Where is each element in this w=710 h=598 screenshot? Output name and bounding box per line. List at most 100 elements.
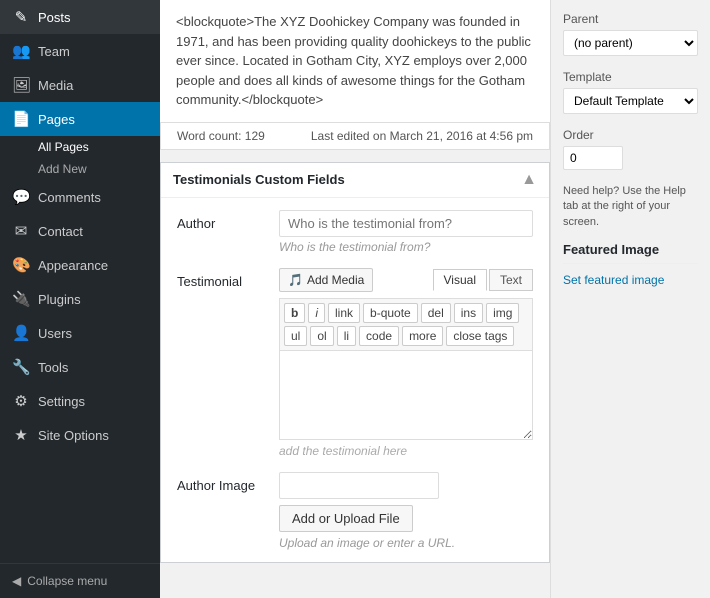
format-li[interactable]: li (337, 326, 356, 346)
sidebar-item-label: Team (38, 44, 70, 59)
sidebar-item-plugins[interactable]: 🔌 Plugins (0, 282, 160, 316)
pages-icon: 📄 (12, 110, 30, 128)
collapse-menu-button[interactable]: ◀ Collapse menu (0, 563, 160, 598)
sidebar-item-label: Posts (38, 10, 71, 25)
word-count-bar: Word count: 129 Last edited on March 21,… (160, 123, 550, 150)
editor-area: <blockquote>The XYZ Doohickey Company wa… (160, 0, 550, 598)
format-del[interactable]: del (421, 303, 451, 323)
sidebar-item-appearance[interactable]: 🎨 Appearance (0, 248, 160, 282)
right-sidebar: Parent (no parent) Template Default Temp… (550, 0, 710, 598)
set-featured-image-link[interactable]: Set featured image (563, 273, 664, 287)
author-image-label: Author Image (177, 472, 267, 493)
sidebar-item-label: Plugins (38, 292, 81, 307)
team-icon: 👥 (12, 42, 30, 60)
format-ol[interactable]: ol (310, 326, 333, 346)
author-image-field-content: Add or Upload File Upload an image or en… (279, 472, 533, 550)
meta-box-toggle-icon[interactable]: ▲ (521, 171, 537, 189)
format-more[interactable]: more (402, 326, 443, 346)
collapse-arrow-icon: ◀ (12, 574, 21, 588)
sidebar-item-pages[interactable]: 📄 Pages (0, 102, 160, 136)
tools-icon: 🔧 (12, 358, 30, 376)
editor-placeholder: add the testimonial here (279, 444, 533, 458)
format-ul[interactable]: ul (284, 326, 307, 346)
sidebar-item-posts[interactable]: ✎ Posts (0, 0, 160, 34)
author-image-input[interactable] (279, 472, 439, 499)
sidebar-item-label: Appearance (38, 258, 108, 273)
format-bquote[interactable]: b-quote (363, 303, 418, 323)
sidebar-item-settings[interactable]: ⚙ Settings (0, 384, 160, 418)
order-label: Order (563, 128, 698, 142)
blockquote-section: <blockquote>The XYZ Doohickey Company wa… (160, 0, 550, 123)
contact-icon: ✉ (12, 222, 30, 240)
sidebar-item-label: Site Options (38, 428, 109, 443)
settings-icon: ⚙ (12, 392, 30, 410)
sidebar-item-comments[interactable]: 💬 Comments (0, 180, 160, 214)
format-link[interactable]: link (328, 303, 360, 323)
add-media-icon: 🎵 (288, 273, 303, 287)
sidebar-item-media[interactable]: 🖼 Media (0, 68, 160, 102)
editor-tabs: Visual Text (433, 269, 533, 291)
sidebar-item-label: Media (38, 78, 73, 93)
testimonials-box-title: Testimonials Custom Fields (173, 172, 345, 187)
format-code[interactable]: code (359, 326, 399, 346)
author-input[interactable] (279, 210, 533, 237)
testimonials-meta-box-body: Author Who is the testimonial from? Test… (161, 198, 549, 562)
testimonials-meta-box: Testimonials Custom Fields ▲ Author Who … (160, 162, 550, 563)
comments-icon: 💬 (12, 188, 30, 206)
sidebar-item-label: Pages (38, 112, 75, 127)
add-media-button[interactable]: 🎵 Add Media (279, 268, 373, 292)
template-label: Template (563, 70, 698, 84)
testimonial-field-row: Testimonial 🎵 Add Media Visual Text (177, 268, 533, 458)
author-field-content: Who is the testimonial from? (279, 210, 533, 254)
main-area: <blockquote>The XYZ Doohickey Company wa… (160, 0, 710, 598)
tab-text[interactable]: Text (489, 269, 533, 291)
sidebar-item-tools[interactable]: 🔧 Tools (0, 350, 160, 384)
testimonials-meta-box-header[interactable]: Testimonials Custom Fields ▲ (161, 163, 549, 198)
last-edited-label: Last edited on March 21, 2016 at 4:56 pm (311, 129, 533, 143)
featured-image-title: Featured Image (563, 242, 698, 264)
help-text: Need help? Use the Help tab at the right… (563, 184, 698, 230)
posts-icon: ✎ (12, 8, 30, 26)
editor-toolbar-top: 🎵 Add Media Visual Text (279, 268, 533, 292)
testimonial-editor: 🎵 Add Media Visual Text b i (279, 268, 533, 458)
sidebar-item-users[interactable]: 👤 Users (0, 316, 160, 350)
sidebar-sub-add-new[interactable]: Add New (0, 158, 160, 180)
parent-label: Parent (563, 12, 698, 26)
format-bold[interactable]: b (284, 303, 305, 323)
parent-select[interactable]: (no parent) (563, 30, 698, 56)
parent-meta-box: Parent (no parent) (563, 12, 698, 56)
blockquote-text: <blockquote>The XYZ Doohickey Company wa… (176, 14, 531, 107)
format-close-tags[interactable]: close tags (446, 326, 514, 346)
sidebar-item-site-options[interactable]: ★ Site Options (0, 418, 160, 452)
author-image-section: Author Image Add or Upload File Upload a… (177, 472, 533, 550)
sidebar-item-contact[interactable]: ✉ Contact (0, 214, 160, 248)
appearance-icon: 🎨 (12, 256, 30, 274)
testimonial-textarea[interactable] (279, 350, 533, 440)
author-label: Author (177, 210, 267, 231)
testimonial-label: Testimonial (177, 268, 267, 289)
sidebar-item-team[interactable]: 👥 Team (0, 34, 160, 68)
sidebar-item-label: Tools (38, 360, 68, 375)
users-icon: 👤 (12, 324, 30, 342)
upload-file-button[interactable]: Add or Upload File (279, 505, 413, 532)
sidebar-item-label: Users (38, 326, 72, 341)
format-img[interactable]: img (486, 303, 519, 323)
editor-format-bar: b i link b-quote del ins img ul ol li co (279, 298, 533, 350)
template-select[interactable]: Default Template (563, 88, 698, 114)
featured-image-section: Featured Image Set featured image (563, 242, 698, 287)
upload-hint: Upload an image or enter a URL. (279, 536, 533, 550)
content-wrap: <blockquote>The XYZ Doohickey Company wa… (160, 0, 710, 598)
author-image-row: Author Image Add or Upload File Upload a… (177, 472, 533, 550)
author-field-row: Author Who is the testimonial from? (177, 210, 533, 254)
plugins-icon: 🔌 (12, 290, 30, 308)
sidebar-sub-all-pages[interactable]: All Pages (0, 136, 160, 158)
author-hint: Who is the testimonial from? (279, 240, 533, 254)
order-input[interactable] (563, 146, 623, 170)
format-ins[interactable]: ins (454, 303, 483, 323)
media-icon: 🖼 (12, 76, 30, 94)
collapse-menu-label: Collapse menu (27, 574, 107, 588)
format-italic[interactable]: i (308, 303, 325, 323)
tab-visual[interactable]: Visual (433, 269, 487, 291)
sidebar-item-label: Settings (38, 394, 85, 409)
sidebar-item-label: Comments (38, 190, 101, 205)
